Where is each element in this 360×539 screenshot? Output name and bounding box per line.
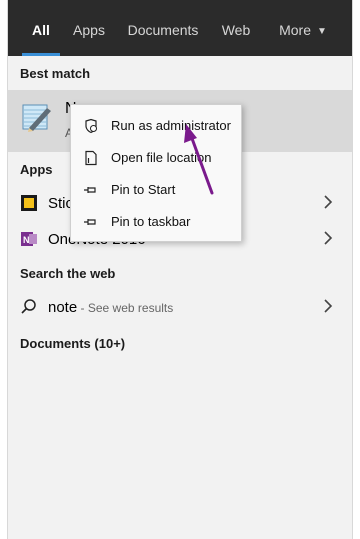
pin-icon (84, 219, 96, 225)
apps-heading: Apps (20, 162, 53, 177)
documents-heading: Documents (10+) (20, 336, 126, 351)
menu-item-run-as-admin[interactable]: Run as administrator (71, 110, 241, 142)
menu-item-open-file-location[interactable]: Open file location (71, 142, 241, 174)
tab-more-label: More (279, 22, 311, 38)
search-tabs-bar: All Apps Documents Web More ▼ (8, 0, 352, 56)
shield-icon (85, 118, 97, 134)
svg-text:N: N (23, 235, 30, 245)
tab-all[interactable]: All (22, 0, 60, 56)
notepad-icon (22, 104, 51, 132)
menu-item-pin-to-start[interactable]: Pin to Start (71, 174, 241, 206)
chevron-down-icon: ▼ (317, 26, 327, 37)
search-icon (21, 299, 36, 314)
tab-more[interactable]: More ▼ (272, 0, 334, 56)
menu-item-label: Open file location (111, 150, 212, 165)
pin-icon (84, 187, 96, 193)
menu-item-label: Pin to Start (111, 182, 176, 197)
search-web-heading: Search the web (20, 266, 116, 281)
menu-item-label: Run as administrator (111, 118, 231, 133)
menu-item-pin-to-taskbar[interactable]: Pin to taskbar (71, 206, 241, 238)
chevron-right-icon[interactable] (322, 231, 334, 245)
sticky-notes-icon (21, 195, 37, 211)
chevron-right-icon[interactable] (322, 299, 334, 313)
best-match-heading: Best match (20, 66, 91, 81)
web-query: note (48, 299, 78, 316)
web-search-item[interactable]: note - See web results (8, 290, 352, 326)
web-suffix: - See web results (77, 301, 174, 315)
menu-item-label: Pin to taskbar (111, 214, 191, 229)
file-location-icon (85, 150, 97, 166)
start-search-panel: All Apps Documents Web More ▼ Best match … (8, 0, 352, 539)
tab-documents[interactable]: Documents (124, 0, 202, 56)
chevron-right-icon[interactable] (322, 195, 334, 209)
tab-web[interactable]: Web (216, 0, 256, 56)
onenote-icon: N (21, 232, 37, 246)
context-menu: Run as administrator Open file location … (70, 104, 242, 242)
web-search-label: note - See web results (48, 299, 173, 316)
tab-apps[interactable]: Apps (70, 0, 108, 56)
